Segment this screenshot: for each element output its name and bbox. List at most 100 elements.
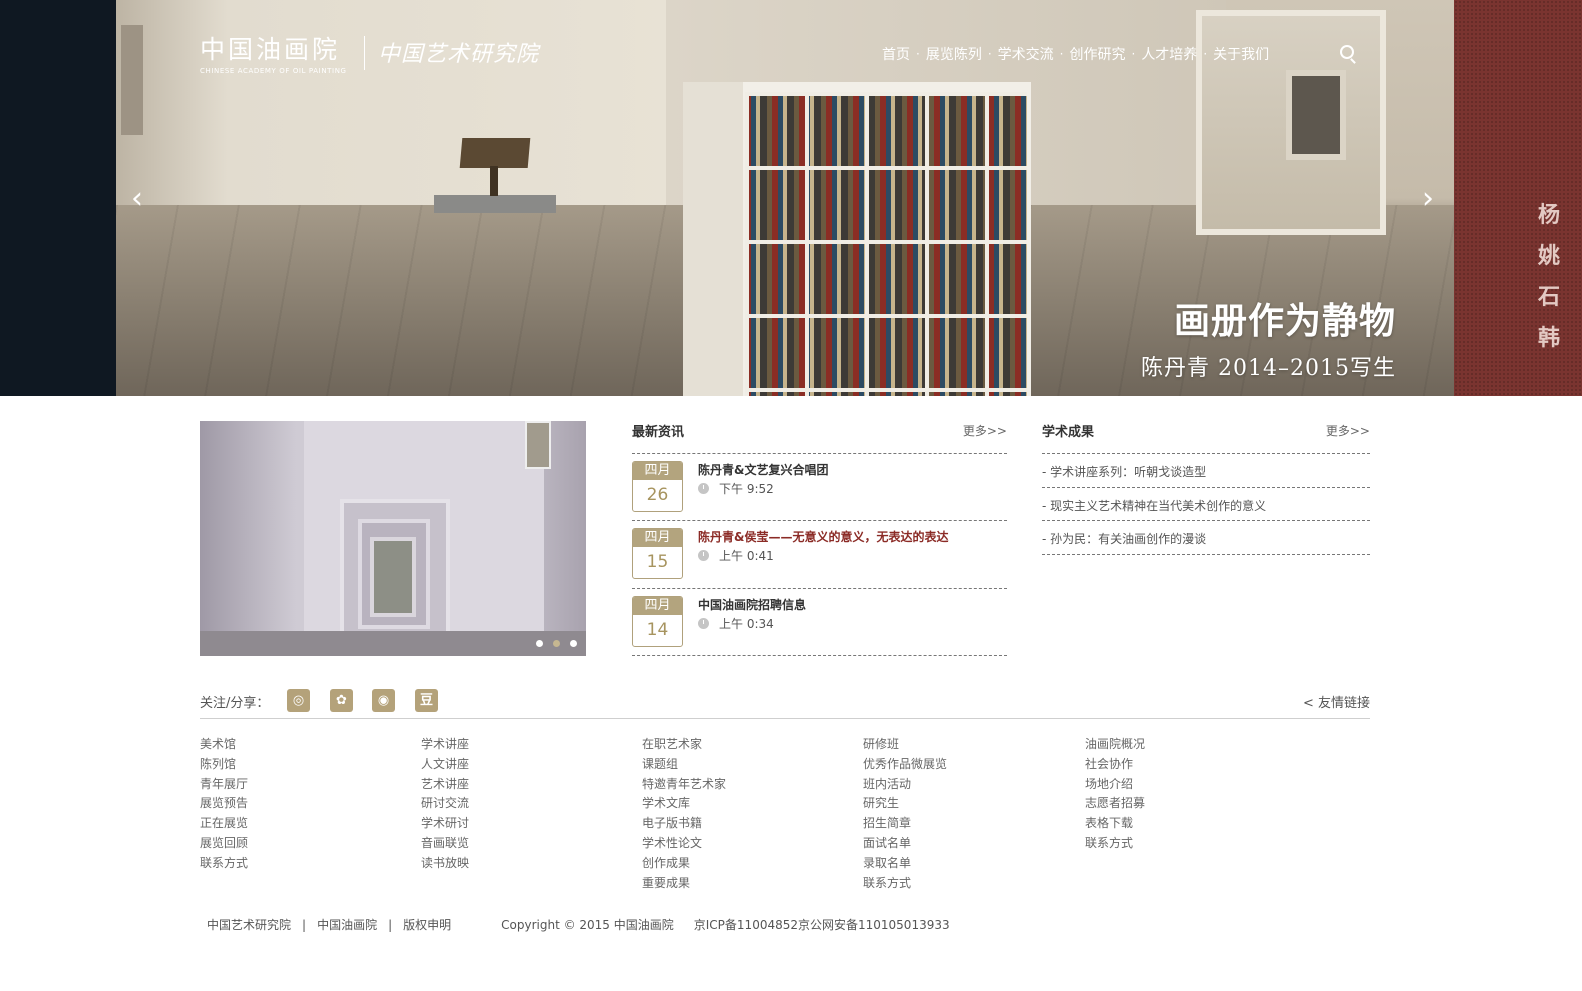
- footer-link[interactable]: 场地介绍: [1085, 775, 1145, 795]
- footer-link[interactable]: 人文讲座: [421, 755, 469, 775]
- carousel-dot[interactable]: [536, 640, 543, 647]
- divider: [632, 655, 1007, 656]
- news-item[interactable]: 四月 15 陈丹青&侯莹——无意义的意义，无表达的表达 上午 0:41: [632, 528, 1007, 582]
- hero-prev-slide-preview[interactable]: [0, 0, 116, 396]
- footer-link[interactable]: 艺术讲座: [421, 775, 469, 795]
- footer-link[interactable]: 表格下载: [1085, 814, 1145, 834]
- friend-links-toggle[interactable]: < 友情链接: [1303, 692, 1370, 711]
- academic-item[interactable]: - 学术讲座系列：听朝戈谈造型: [1042, 463, 1206, 480]
- footer-link[interactable]: 展览预告: [200, 794, 248, 814]
- footer-link[interactable]: 研修班: [863, 735, 947, 755]
- site-logo[interactable]: 中国油画院 CHINESE ACADEMY OF OIL PAINTING: [200, 30, 347, 75]
- footer-link[interactable]: 陈列馆: [200, 755, 248, 775]
- nav-item-home[interactable]: 首页: [882, 44, 910, 64]
- footer-link[interactable]: 志愿者招募: [1085, 794, 1145, 814]
- logo-calligraphy[interactable]: 中国艺术研究院: [378, 36, 539, 68]
- footer-link[interactable]: 学术性论文: [642, 834, 726, 854]
- footer-separator: |: [388, 917, 393, 932]
- date-badge: 四月 14: [632, 596, 683, 647]
- academic-title: 学术成果: [1042, 425, 1095, 440]
- camera-icon[interactable]: ✿: [330, 689, 353, 712]
- footer-link[interactable]: 研讨交流: [421, 794, 469, 814]
- footer-link[interactable]: 特邀青年艺术家: [642, 775, 726, 795]
- nav-separator: ·: [916, 47, 920, 61]
- footer-link[interactable]: 班内活动: [863, 775, 947, 795]
- douban-icon[interactable]: 豆: [415, 689, 438, 712]
- corridor-floor: [200, 631, 586, 656]
- carousel-dot-active[interactable]: [553, 640, 560, 647]
- academic-item[interactable]: - 现实主义艺术精神在当代美术创作的意义: [1042, 497, 1266, 514]
- news-time-text: 下午 9:52: [719, 482, 774, 496]
- footer-link[interactable]: 研究生: [863, 794, 947, 814]
- prev-arrow-icon[interactable]: ‹: [122, 182, 152, 216]
- date-day: 14: [646, 620, 669, 640]
- nav-item-research[interactable]: 创作研究: [1069, 44, 1125, 64]
- date-day: 15: [646, 552, 669, 572]
- bookshelf-books: [745, 92, 1027, 396]
- footer-link[interactable]: 音画联览: [421, 834, 469, 854]
- date-day: 26: [646, 485, 669, 505]
- nav-item-about[interactable]: 关于我们: [1213, 44, 1269, 64]
- copyright-text: Copyright © 2015 中国油画院: [501, 918, 674, 932]
- side-name: 石: [1538, 284, 1561, 310]
- news-item[interactable]: 四月 14 中国油画院招聘信息 上午 0:34: [632, 596, 1007, 650]
- nav-item-education[interactable]: 人才培养: [1141, 44, 1197, 64]
- footer-link[interactable]: 电子版书籍: [642, 814, 726, 834]
- divider: [1042, 520, 1370, 521]
- nav-item-exhibitions[interactable]: 展览陈列: [926, 44, 982, 64]
- divider: [1042, 487, 1370, 488]
- divider: [632, 520, 1007, 521]
- news-time-text: 上午 0:41: [719, 549, 774, 563]
- footer-link[interactable]: 美术馆: [200, 735, 248, 755]
- footer-link[interactable]: 联系方式: [863, 874, 947, 894]
- news-headline[interactable]: 陈丹青&文艺复兴合唱团: [698, 461, 828, 478]
- academic-item[interactable]: - 孙为民：有关油画创作的漫谈: [1042, 530, 1206, 547]
- footer-link[interactable]: 正在展览: [200, 814, 248, 834]
- footer-link[interactable]: 创作成果: [642, 854, 726, 874]
- news-more-link[interactable]: 更多>>: [963, 422, 1007, 439]
- footer-link[interactable]: 重要成果: [642, 874, 726, 894]
- news-headline[interactable]: 陈丹青&侯莹——无意义的意义，无表达的表达: [698, 528, 948, 545]
- hero-subtitle: 陈丹青 2014–2015写生: [1141, 356, 1396, 381]
- nav-separator: ·: [1131, 47, 1136, 61]
- footer-link[interactable]: 学术文库: [642, 794, 726, 814]
- footer-link[interactable]: 学术讲座: [421, 735, 469, 755]
- footer-bottom-bar: 中国艺术研究院 | 中国油画院 | 版权申明 Copyright © 2015 …: [207, 916, 950, 933]
- footer-link-cnarts[interactable]: 中国艺术研究院: [207, 916, 291, 933]
- academic-more-link[interactable]: 更多>>: [1326, 422, 1370, 439]
- footer-link[interactable]: 油画院概况: [1085, 735, 1145, 755]
- news-item[interactable]: 四月 26 陈丹青&文艺复兴合唱团 下午 9:52: [632, 461, 1007, 515]
- footer-link[interactable]: 优秀作品微展览: [863, 755, 947, 775]
- lectern: [459, 138, 531, 168]
- footer-link[interactable]: 课题组: [642, 755, 726, 775]
- feature-carousel[interactable]: [200, 421, 586, 656]
- footer-link-caop[interactable]: 中国油画院: [317, 916, 377, 933]
- footer-link-copyright-notice[interactable]: 版权申明: [403, 916, 451, 933]
- footer-link[interactable]: 在职艺术家: [642, 735, 726, 755]
- footer-link[interactable]: 学术研讨: [421, 814, 469, 834]
- gallery-inner-doorway: [1286, 70, 1346, 160]
- footer-link[interactable]: 录取名单: [863, 854, 947, 874]
- wall-painting: [121, 25, 143, 135]
- footer-link[interactable]: 联系方式: [1085, 834, 1145, 854]
- footer-link[interactable]: 招生简章: [863, 814, 947, 834]
- footer-link[interactable]: 展览回顾: [200, 834, 248, 854]
- footer-link[interactable]: 面试名单: [863, 834, 947, 854]
- footer-link[interactable]: 社会协作: [1085, 755, 1145, 775]
- footer-link[interactable]: 青年展厅: [200, 775, 248, 795]
- wechat-icon[interactable]: ◎: [287, 689, 310, 712]
- nav-item-academic[interactable]: 学术交流: [998, 44, 1054, 64]
- footer-link[interactable]: 联系方式: [200, 854, 248, 874]
- news-headline[interactable]: 中国油画院招聘信息: [698, 596, 806, 613]
- footer-link[interactable]: 读书放映: [421, 854, 469, 874]
- carousel-dot[interactable]: [570, 640, 577, 647]
- corridor-door: [370, 537, 416, 617]
- weibo-icon[interactable]: ◉: [372, 689, 395, 712]
- next-arrow-icon[interactable]: ›: [1413, 182, 1443, 216]
- footer-column-artists: 在职艺术家 课题组 特邀青年艺术家 学术文库 电子版书籍 学术性论文 创作成果 …: [642, 735, 726, 893]
- divider: [1042, 554, 1370, 555]
- footer-column-lectures: 学术讲座 人文讲座 艺术讲座 研讨交流 学术研讨 音画联览 读书放映: [421, 735, 469, 874]
- date-month: 四月: [633, 529, 682, 547]
- lectern-leg: [490, 166, 498, 196]
- search-icon[interactable]: [1340, 45, 1354, 59]
